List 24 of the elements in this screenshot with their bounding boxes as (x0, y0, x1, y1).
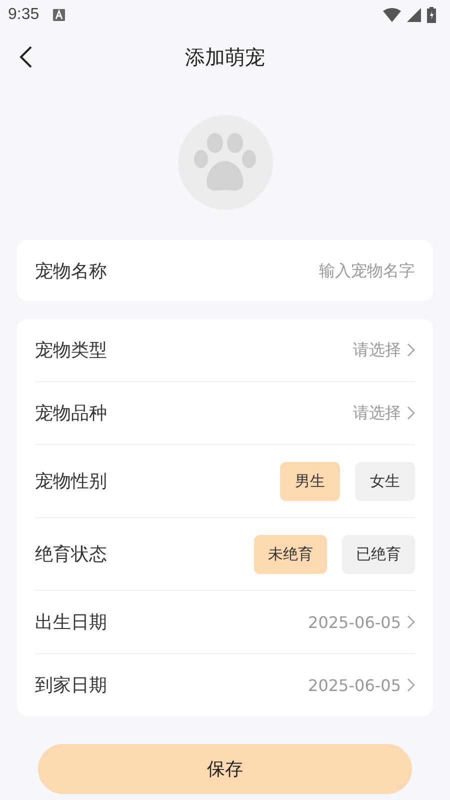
chevron-right-icon (407, 678, 415, 692)
field-label: 宠物类型 (35, 339, 107, 362)
page-title: 添加萌宠 (185, 44, 265, 71)
field-label: 宠物性别 (35, 470, 107, 493)
pet-name-input[interactable]: 输入宠物名字 (215, 261, 415, 280)
option-chip[interactable]: 男生 (280, 462, 340, 500)
chevron-right-icon (407, 343, 415, 357)
field-label: 宠物品种 (35, 402, 107, 425)
save-button[interactable]: 保存 (38, 744, 412, 794)
option-chip[interactable]: 未绝育 (254, 534, 327, 574)
field-label: 绝育状态 (35, 543, 107, 566)
option-chip[interactable]: 女生 (355, 462, 415, 500)
paw-icon (193, 132, 257, 192)
field-label: 到家日期 (35, 674, 107, 697)
battery-icon (427, 7, 436, 23)
signal-icon (407, 8, 421, 22)
chevron-right-icon (407, 406, 415, 420)
option-chip[interactable]: 已绝育 (342, 534, 415, 574)
wifi-icon (383, 8, 401, 22)
chevron-right-icon (407, 615, 415, 629)
field-label: 出生日期 (35, 611, 107, 634)
field-label: 宠物名称 (35, 260, 107, 282)
keyboard-indicator-icon (53, 9, 66, 21)
status-time: 9:35 (8, 6, 40, 24)
